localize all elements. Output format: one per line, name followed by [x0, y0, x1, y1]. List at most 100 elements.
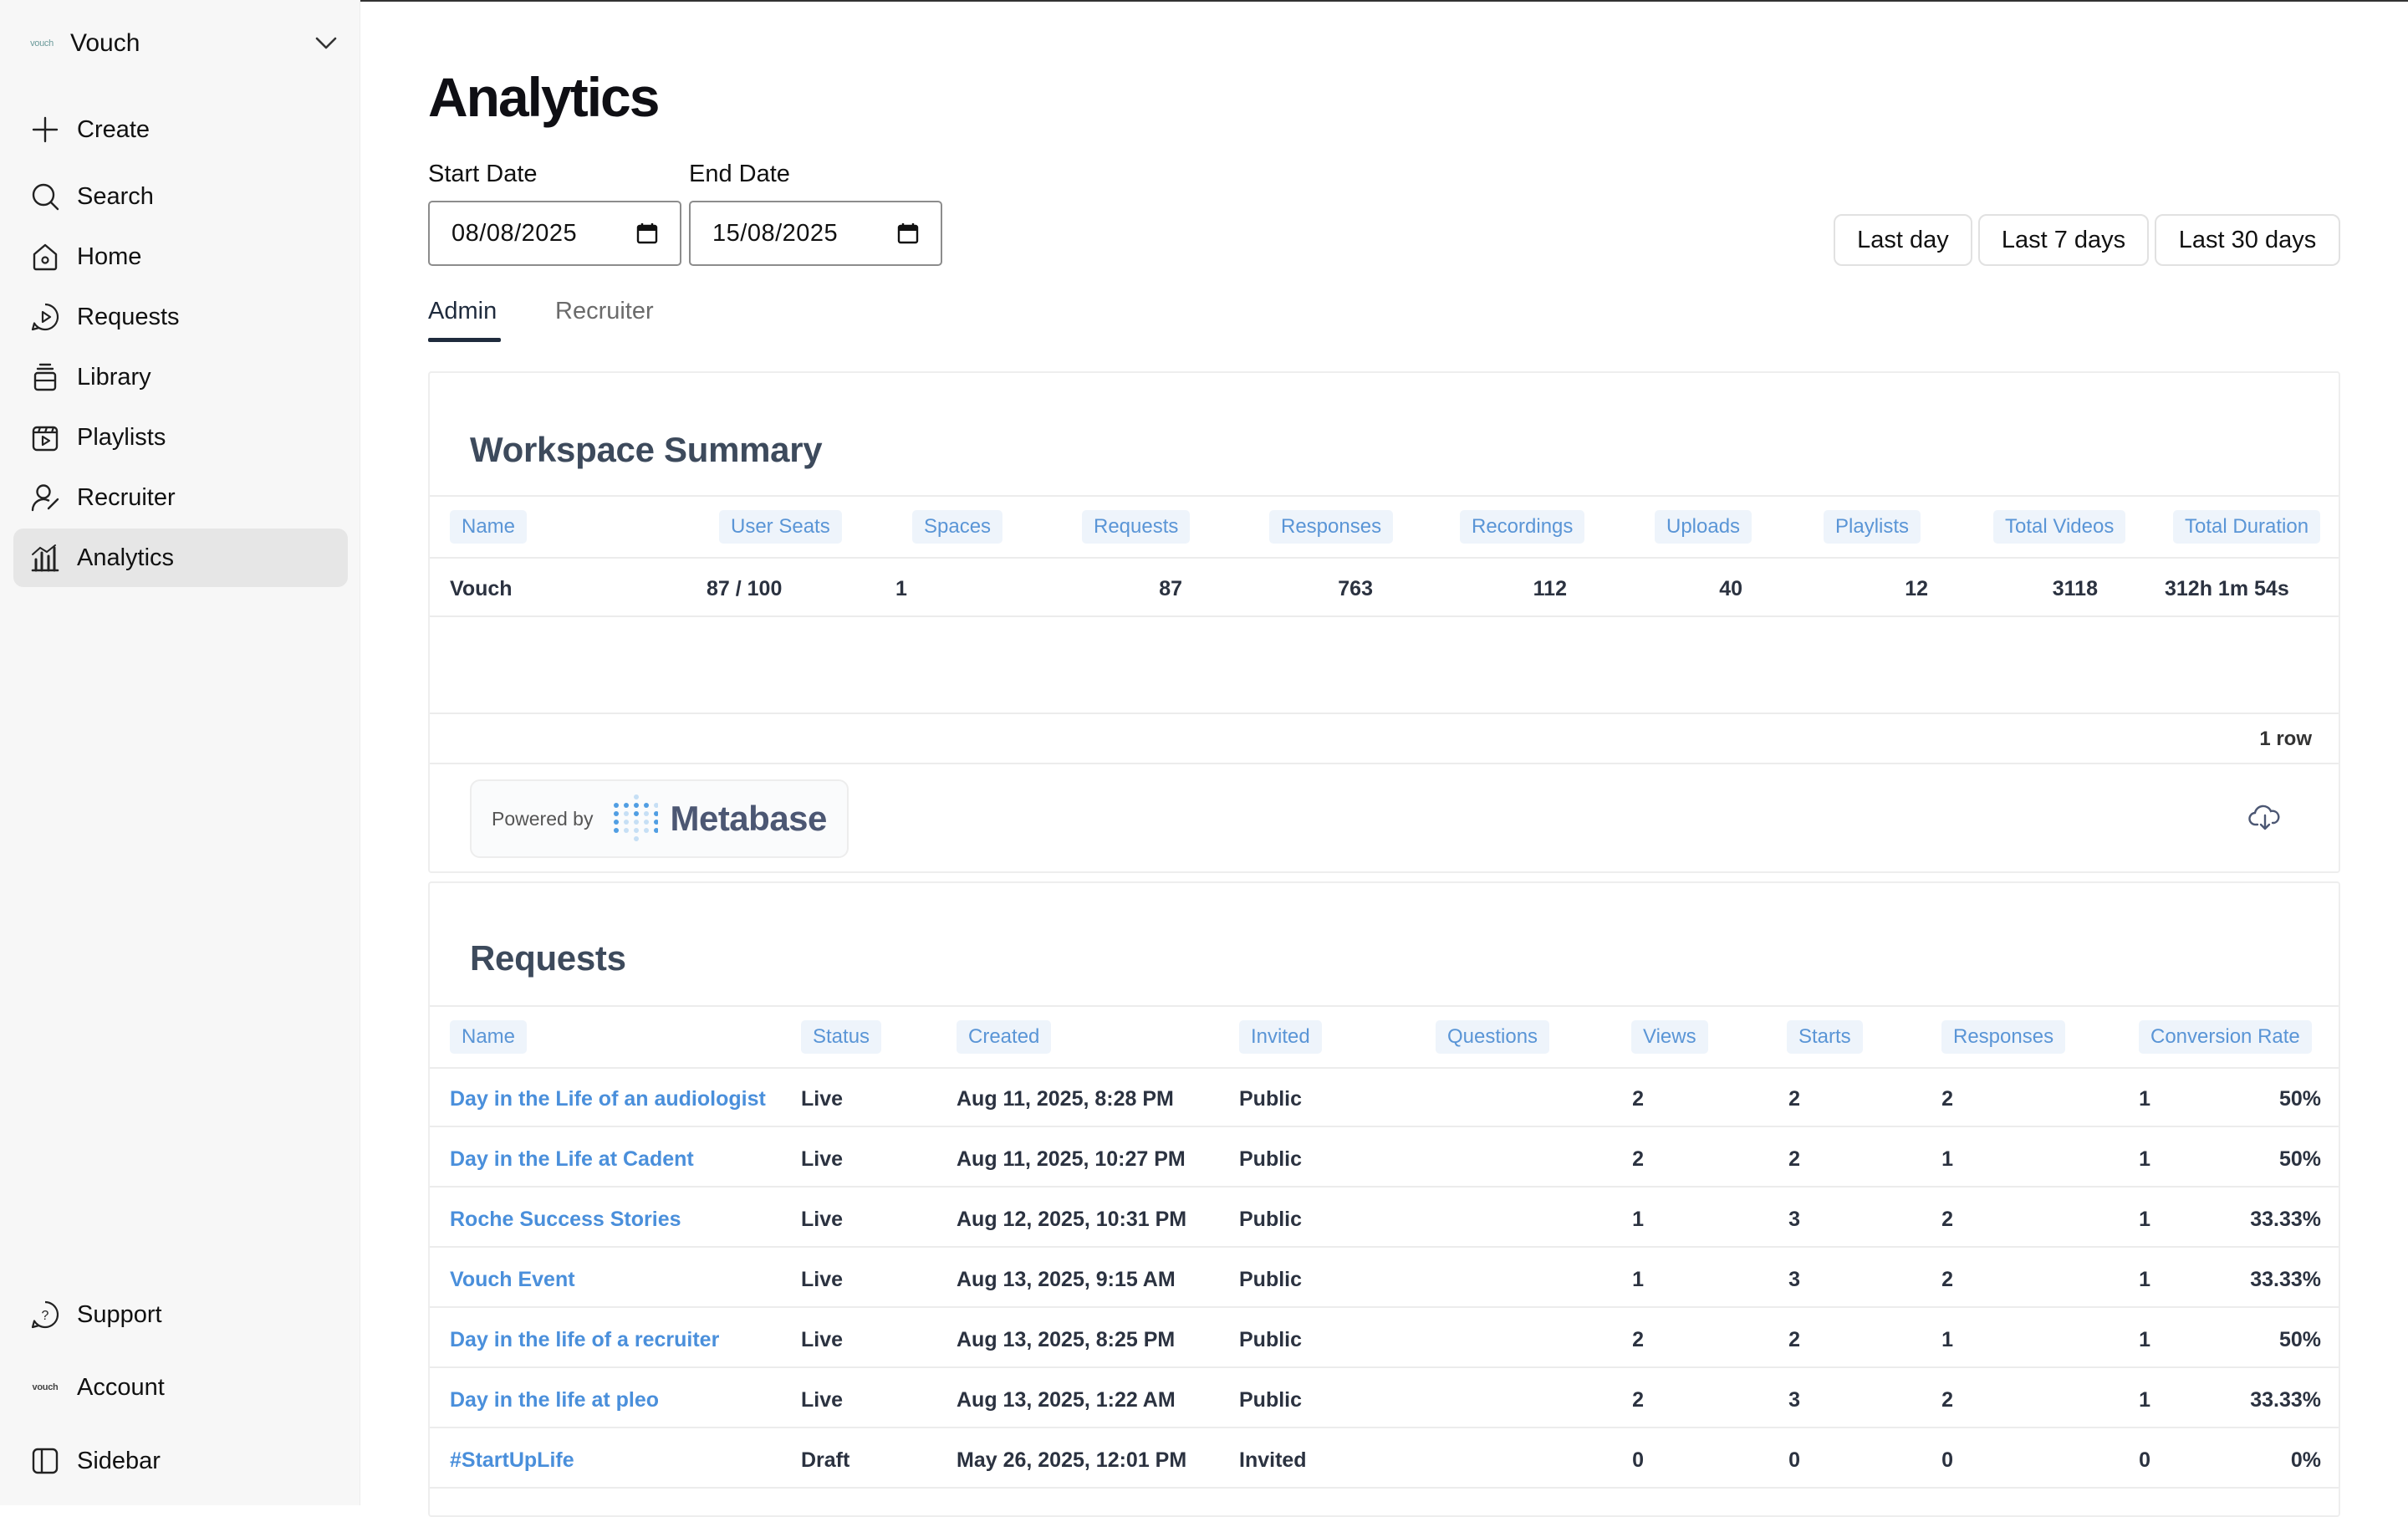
column-header-name[interactable]: Name: [450, 1020, 528, 1054]
divider: [430, 495, 2339, 497]
request-name-link[interactable]: Roche Success Stories: [450, 1208, 681, 1232]
sidebar-item-recruiter[interactable]: Recruiter: [13, 468, 348, 527]
divider: [430, 763, 2339, 764]
start-date-input[interactable]: 08/08/2025: [428, 201, 681, 266]
last-day-button[interactable]: Last day: [1834, 214, 1972, 266]
request-conversion-rate: 33.33%: [2250, 1208, 2321, 1231]
metabase-logo-icon: [614, 794, 659, 841]
request-responses: 1: [2139, 1147, 2150, 1171]
column-header-total-duration[interactable]: Total Duration: [2173, 510, 2321, 544]
request-questions: 1: [1632, 1208, 1644, 1231]
column-header-starts[interactable]: Starts: [1787, 1020, 1863, 1054]
last-30-days-button[interactable]: Last 30 days: [2155, 214, 2340, 266]
workspace-switcher[interactable]: vouch Vouch: [25, 23, 343, 64]
column-header-invited[interactable]: Invited: [1239, 1020, 1322, 1054]
sidebar-item-create[interactable]: Create: [13, 100, 348, 159]
summary-cell-playlists: 12: [1905, 577, 1928, 600]
column-header-status[interactable]: Status: [801, 1020, 882, 1054]
request-created: May 26, 2025, 12:01 PM: [957, 1448, 1187, 1472]
request-name-link[interactable]: #StartUpLife: [450, 1448, 574, 1473]
sidebar-item-account[interactable]: vouch Account: [13, 1358, 348, 1417]
request-name-link[interactable]: Day in the life at pleo: [450, 1388, 659, 1412]
request-name-link[interactable]: Day in the life of a recruiter: [450, 1328, 719, 1352]
column-header-conversion-rate[interactable]: Conversion Rate: [2139, 1020, 2312, 1054]
column-header-responses[interactable]: Responses: [1269, 510, 1394, 544]
tab-recruiter[interactable]: Recruiter: [555, 298, 654, 325]
request-views: 0: [1788, 1448, 1800, 1472]
sidebar-item-label: Account: [77, 1373, 165, 1401]
request-name-link[interactable]: Vouch Event: [450, 1268, 575, 1292]
column-header-questions[interactable]: Questions: [1436, 1020, 1550, 1054]
divider: [430, 1366, 2339, 1368]
divider: [430, 557, 2339, 559]
column-header-responses[interactable]: Responses: [1941, 1020, 2066, 1054]
divider: [430, 1005, 2339, 1007]
sidebar-item-label: Analytics: [77, 544, 175, 571]
tab-admin[interactable]: Admin: [428, 298, 497, 325]
request-responses: 1: [2139, 1087, 2150, 1111]
column-header-views[interactable]: Views: [1631, 1020, 1708, 1054]
column-header-user-seats[interactable]: User Seats: [719, 510, 842, 544]
home-icon: [28, 240, 62, 273]
column-header-created[interactable]: Created: [957, 1020, 1052, 1054]
request-conversion-rate: 0%: [2290, 1448, 2321, 1472]
request-status: Live: [801, 1268, 844, 1291]
end-date-input[interactable]: 15/08/2025: [689, 201, 942, 266]
request-name-link[interactable]: Day in the Life of an audiologist: [450, 1087, 766, 1111]
request-conversion-rate: 33.33%: [2250, 1388, 2321, 1412]
column-header-uploads[interactable]: Uploads: [1655, 510, 1752, 544]
request-status: Live: [801, 1087, 844, 1111]
last-7-days-button[interactable]: Last 7 days: [1978, 214, 2149, 266]
main-content: Analytics Start Date 08/08/2025 End Date…: [360, 0, 2408, 1517]
account-logo: vouch: [28, 1371, 62, 1404]
summary-cell-spaces: 1: [895, 577, 907, 600]
request-conversion-rate: 50%: [2278, 1147, 2321, 1171]
sidebar-item-label: Sidebar: [77, 1447, 161, 1474]
request-views: 2: [1788, 1147, 1800, 1171]
column-header-spaces[interactable]: Spaces: [912, 510, 1003, 544]
download-icon[interactable]: [2248, 801, 2282, 835]
sidebar-item-library[interactable]: Library: [13, 348, 348, 406]
active-tab-indicator: [428, 338, 501, 342]
request-created: Aug 12, 2025, 10:31 PM: [957, 1208, 1187, 1231]
request-questions: 2: [1632, 1087, 1644, 1111]
library-icon: [28, 360, 62, 394]
request-views: 2: [1788, 1328, 1800, 1351]
column-header-playlists[interactable]: Playlists: [1824, 510, 1921, 544]
sidebar-item-playlists[interactable]: Playlists: [13, 408, 348, 467]
calendar-icon[interactable]: [636, 222, 658, 244]
column-header-total-videos[interactable]: Total Videos: [1993, 510, 2126, 544]
row-count: 1 row: [2259, 728, 2312, 750]
summary-cell-recordings: 112: [1533, 577, 1567, 600]
sidebar-item-requests[interactable]: Requests: [13, 288, 348, 346]
analytics-icon: [28, 541, 62, 575]
request-status: Live: [801, 1147, 844, 1171]
start-date-label: Start Date: [428, 161, 538, 187]
request-conversion-rate: 33.33%: [2250, 1268, 2321, 1291]
powered-by-metabase[interactable]: Powered by Metabase: [470, 779, 849, 858]
request-starts: 2: [1941, 1087, 1953, 1111]
divider: [430, 1067, 2339, 1069]
sidebar-item-sidebar-toggle[interactable]: Sidebar: [13, 1432, 348, 1490]
request-starts: 2: [1941, 1208, 1953, 1231]
workspace-name: Vouch: [70, 29, 140, 57]
request-name-link[interactable]: Day in the Life at Cadent: [450, 1147, 694, 1172]
column-header-recordings[interactable]: Recordings: [1460, 510, 1585, 544]
request-created: Aug 13, 2025, 9:15 AM: [957, 1268, 1176, 1291]
sidebar-item-analytics[interactable]: Analytics: [13, 529, 348, 587]
sidebar-item-search[interactable]: Search: [13, 167, 348, 226]
column-header-requests[interactable]: Requests: [1082, 510, 1191, 544]
summary-cell-user-seats: 87 / 100: [707, 577, 783, 600]
column-header-name[interactable]: Name: [450, 510, 528, 544]
calendar-icon[interactable]: [897, 222, 919, 244]
sidebar-item-support[interactable]: ? Support: [13, 1285, 348, 1344]
sidebar-item-home[interactable]: Home: [13, 227, 348, 286]
summary-cell-total-duration: 312h 1m 54s: [2165, 577, 2289, 600]
request-questions: 2: [1632, 1328, 1644, 1351]
search-icon: [28, 180, 62, 213]
request-views: 3: [1788, 1268, 1800, 1291]
divider: [430, 713, 2339, 714]
page-title: Analytics: [428, 66, 660, 128]
request-created: Aug 11, 2025, 8:28 PM: [957, 1087, 1174, 1111]
workspace-summary-card: Workspace Summary Name User Seats Spaces…: [428, 371, 2340, 873]
